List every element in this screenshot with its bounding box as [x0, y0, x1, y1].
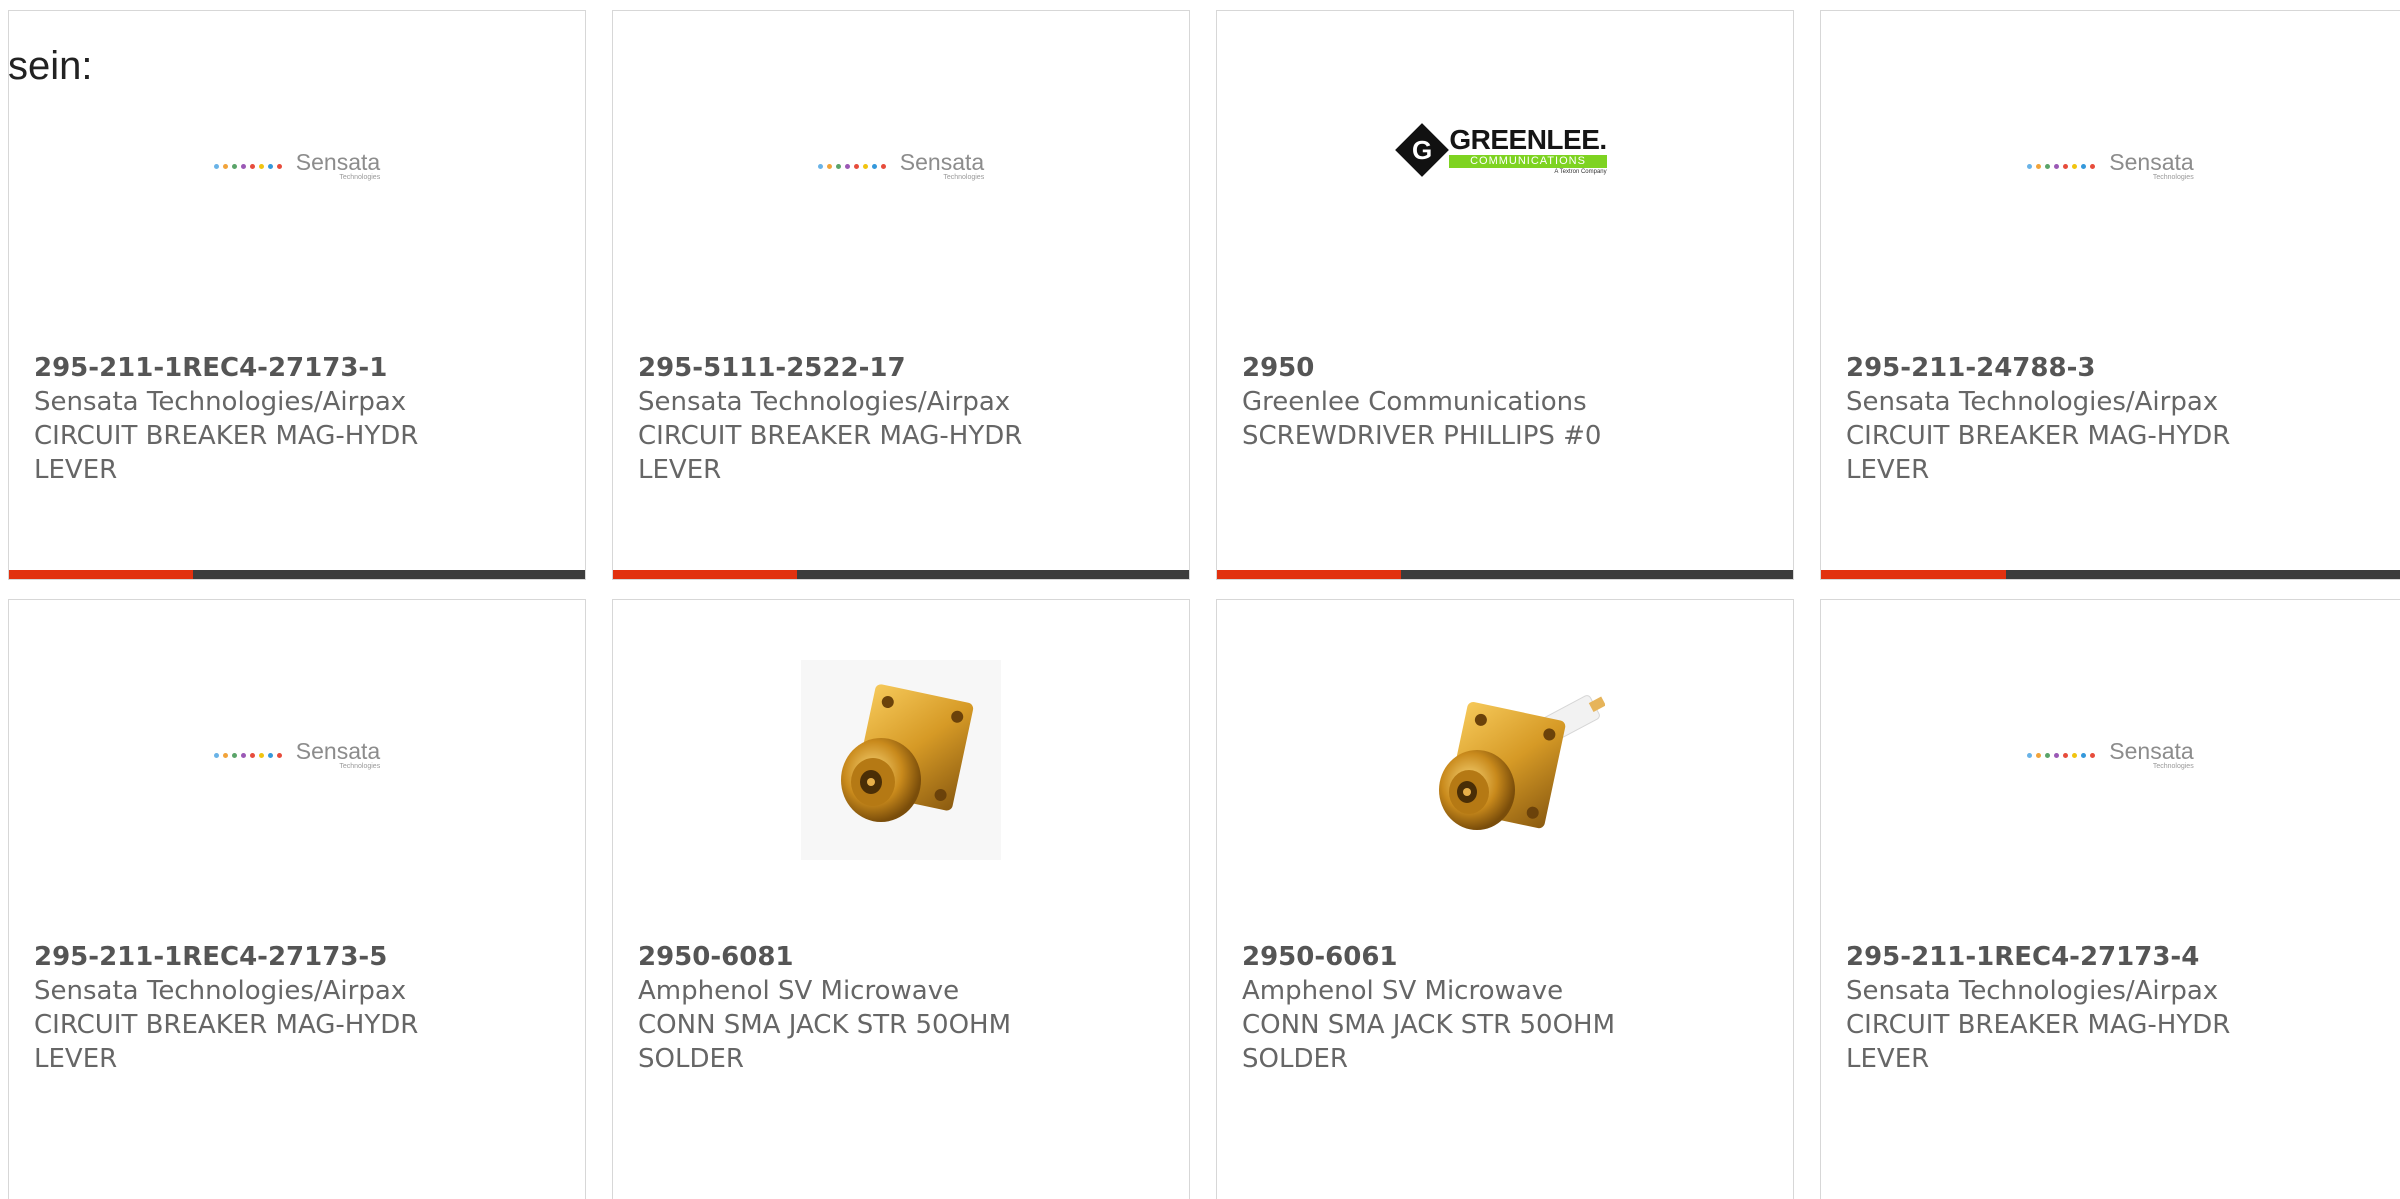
product-card[interactable]: Sensata Technologies 295-211-1REC4-27173… [8, 10, 586, 580]
product-card[interactable]: Sensata Technologies 295-5111-2522-17 Se… [612, 10, 1190, 580]
manufacturer-name: Sensata Technologies/Airpax [34, 976, 407, 1006]
card-progress-bar [1821, 570, 2400, 579]
manufacturer-name: Greenlee Communications [1242, 387, 1587, 417]
card-progress-fill [1217, 570, 1402, 579]
sma-connector-pin-image [1439, 695, 1605, 830]
greenlee-logo: G GREENLEE. COMMUNICATIONS A Textron Com… [1395, 123, 1607, 177]
product-description: SCREWDRIVER PHILLIPS #0 [1242, 421, 1602, 451]
manufacturer-logo: Sensata Technologies [9, 11, 585, 331]
sensata-logo: Sensata Technologies [2027, 739, 2194, 771]
product-image [613, 600, 1189, 920]
product-card[interactable]: G GREENLEE. COMMUNICATIONS A Textron Com… [1216, 10, 1794, 580]
part-number[interactable]: 2950-6061 [1242, 940, 1773, 974]
card-progress-bar [613, 570, 1189, 579]
product-info: 295-211-1REC4-27173-5 Sensata Technologi… [34, 940, 565, 1076]
product-info: 295-211-1REC4-27173-4 Sensata Technologi… [1846, 940, 2380, 1076]
product-info: 295-211-1REC4-27173-1 Sensata Technologi… [34, 351, 565, 487]
page-heading: sein: [8, 44, 93, 88]
sensata-logo: Sensata Technologies [213, 150, 380, 182]
manufacturer-name: Sensata Technologies/Airpax [638, 387, 1011, 417]
sma-connector-image [801, 660, 1001, 860]
manufacturer-name: Amphenol SV Microwave [638, 976, 960, 1006]
product-description: CIRCUIT BREAKER MAG-HYDR LEVER [638, 421, 1023, 485]
manufacturer-logo: Sensata Technologies [1821, 11, 2400, 331]
product-description: CIRCUIT BREAKER MAG-HYDR LEVER [1846, 1010, 2231, 1074]
product-info: 2950-6061 Amphenol SV Microwave CONN SMA… [1242, 940, 1773, 1076]
product-description: CONN SMA JACK STR 50OHM SOLDER [1242, 1010, 1616, 1074]
product-card[interactable]: Sensata Technologies 295-211-1REC4-27173… [8, 599, 586, 1199]
part-number[interactable]: 2950 [1242, 351, 1773, 385]
sensata-logo: Sensata Technologies [213, 739, 380, 771]
card-progress-bar [1217, 570, 1793, 579]
product-info: 295-5111-2522-17 Sensata Technologies/Ai… [638, 351, 1169, 487]
card-progress-fill [1821, 570, 2007, 579]
manufacturer-logo: Sensata Technologies [613, 11, 1189, 331]
manufacturer-logo: Sensata Technologies [1821, 600, 2400, 920]
part-number[interactable]: 295-5111-2522-17 [638, 351, 1169, 385]
product-description: CIRCUIT BREAKER MAG-HYDR LEVER [34, 421, 419, 485]
product-description: CIRCUIT BREAKER MAG-HYDR LEVER [1846, 421, 2231, 485]
product-description: CONN SMA JACK STR 50OHM SOLDER [638, 1010, 1012, 1074]
product-card[interactable]: 2950-6081 Amphenol SV Microwave CONN SMA… [612, 599, 1190, 1199]
sensata-logo: Sensata Technologies [2027, 150, 2194, 182]
manufacturer-name: Sensata Technologies/Airpax [34, 387, 407, 417]
card-progress-bar [9, 570, 585, 579]
product-card[interactable]: Sensata Technologies 295-211-24788-3 Sen… [1820, 10, 2400, 580]
part-number[interactable]: 295-211-1REC4-27173-1 [34, 351, 565, 385]
card-progress-fill [613, 570, 798, 579]
part-number[interactable]: 295-211-1REC4-27173-4 [1846, 940, 2380, 974]
part-number[interactable]: 295-211-24788-3 [1846, 351, 2380, 385]
product-grid: Sensata Technologies 295-211-1REC4-27173… [0, 0, 2400, 1199]
product-card[interactable]: 2950-6061 Amphenol SV Microwave CONN SMA… [1216, 599, 1794, 1199]
product-image [1217, 600, 1793, 920]
manufacturer-name: Amphenol SV Microwave [1242, 976, 1564, 1006]
product-info: 2950-6081 Amphenol SV Microwave CONN SMA… [638, 940, 1169, 1076]
product-info: 295-211-24788-3 Sensata Technologies/Air… [1846, 351, 2380, 487]
product-card[interactable]: Sensata Technologies 295-211-1REC4-27173… [1820, 599, 2400, 1199]
product-info: 2950 Greenlee Communications SCREWDRIVER… [1242, 351, 1773, 453]
manufacturer-logo: Sensata Technologies [9, 600, 585, 920]
manufacturer-name: Sensata Technologies/Airpax [1846, 387, 2219, 417]
card-progress-fill [9, 570, 194, 579]
sensata-logo: Sensata Technologies [817, 150, 984, 182]
manufacturer-name: Sensata Technologies/Airpax [1846, 976, 2219, 1006]
manufacturer-logo: G GREENLEE. COMMUNICATIONS A Textron Com… [1217, 11, 1793, 331]
part-number[interactable]: 295-211-1REC4-27173-5 [34, 940, 565, 974]
product-description: CIRCUIT BREAKER MAG-HYDR LEVER [34, 1010, 419, 1074]
part-number[interactable]: 2950-6081 [638, 940, 1169, 974]
